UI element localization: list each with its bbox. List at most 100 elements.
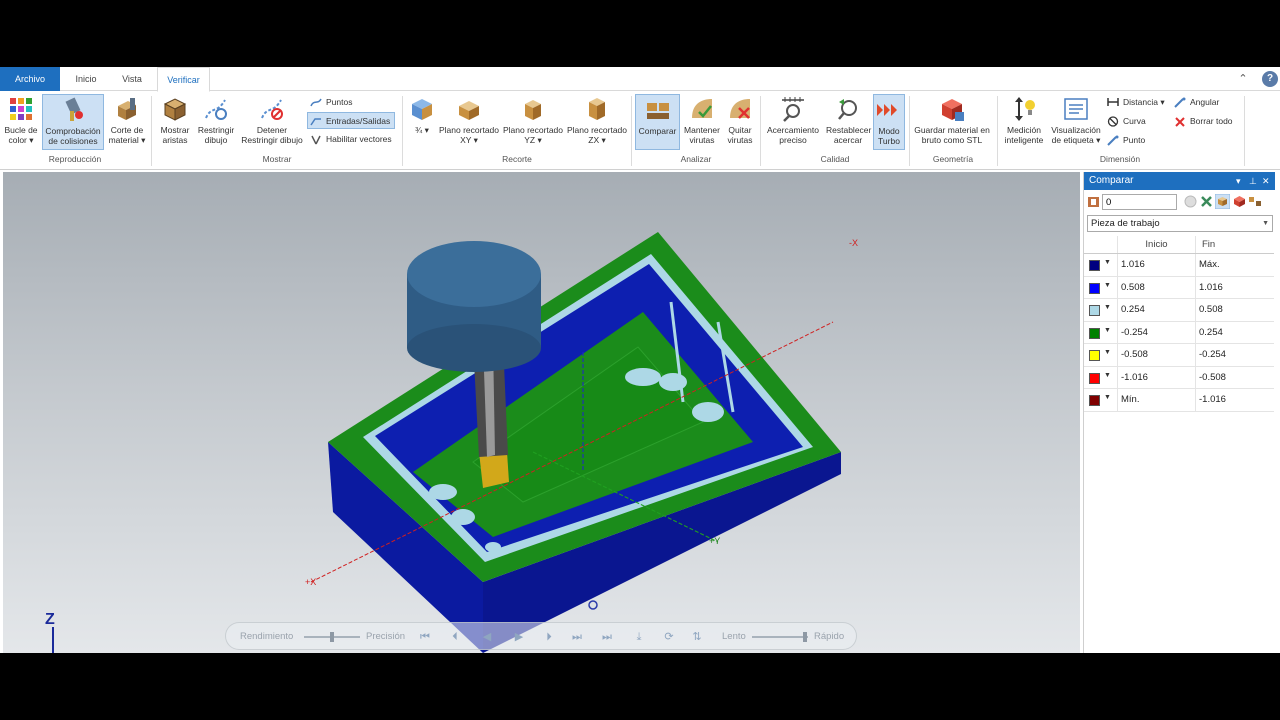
clip-plane-zx-button[interactable]: Plano recortado ZX ▾	[566, 94, 628, 150]
turbo-mode-button[interactable]: Modo Turbo	[873, 94, 905, 150]
color-swatch[interactable]	[1089, 395, 1100, 406]
tab-inicio[interactable]: Inicio	[66, 67, 106, 91]
keep-chips-icon	[689, 96, 715, 122]
ribbon-separator	[631, 96, 632, 166]
close-panel-icon[interactable]: ✕	[1262, 172, 1270, 190]
collapse-ribbon-icon[interactable]: ⌃	[1235, 71, 1251, 87]
step-back-icon[interactable]: ⏴	[448, 630, 462, 644]
compare-button[interactable]: Comparar	[635, 94, 680, 150]
color-swatch[interactable]	[1089, 372, 1100, 384]
chevron-down-icon[interactable]: ▼	[1104, 259, 1111, 266]
chevron-down-icon[interactable]: ▼	[1104, 282, 1111, 289]
angular-measure-button[interactable]: Angular	[1172, 94, 1219, 111]
inicio-cell[interactable]: -1.016	[1118, 366, 1196, 388]
table-row[interactable]: ▼ -0.254 0.254	[1084, 321, 1274, 344]
inicio-cell[interactable]: 1.016	[1118, 254, 1196, 276]
chevron-down-icon[interactable]: ▼	[1104, 327, 1111, 334]
chevron-down-icon[interactable]: ▼	[1104, 304, 1111, 311]
chevron-down-icon[interactable]: ▼	[1104, 349, 1111, 356]
clear-compare-icon[interactable]	[1200, 195, 1213, 208]
reset-zoom-button[interactable]: Restablecer acercar	[825, 94, 871, 150]
speed-slider-thumb[interactable]	[803, 632, 807, 642]
restrict-draw-button[interactable]: Restringir dibujo	[195, 94, 237, 150]
play-icon[interactable]: ▶	[512, 630, 526, 644]
stock-model-icon[interactable]	[1215, 194, 1230, 209]
reset-simulation-icon[interactable]: ⟳	[662, 630, 676, 644]
deviation-blob	[625, 368, 661, 386]
fin-cell[interactable]: 0.508	[1196, 299, 1274, 321]
go-to-start-icon[interactable]: ⏮	[418, 630, 432, 644]
simulation-control-bar: Rendimiento Precisión ⏮ ⏴ ◀ ▶ ⏵ ⏭ ⏭ ⤓ ⟳ …	[225, 622, 857, 650]
distance-label: Distancia ▾	[1123, 97, 1165, 107]
help-icon[interactable]: ?	[1262, 71, 1278, 87]
ribbon-separator	[151, 96, 152, 166]
speed-slider-track[interactable]	[752, 636, 808, 638]
show-edges-button[interactable]: Mostrar aristas	[156, 94, 194, 150]
stop-restrict-draw-button[interactable]: Detener Restringir dibujo	[238, 94, 306, 150]
table-row[interactable]: ▼ 0.254 0.508	[1084, 299, 1274, 322]
clip-plane-yz-button[interactable]: Plano recortado YZ ▾	[502, 94, 564, 150]
smart-measure-button[interactable]: Medición inteligente	[1001, 94, 1047, 150]
tolerance-input[interactable]	[1102, 194, 1177, 210]
tab-archivo[interactable]: Archivo	[0, 67, 60, 91]
inicio-cell[interactable]: -0.508	[1118, 344, 1196, 366]
inicio-cell[interactable]: -0.254	[1118, 321, 1196, 343]
enable-vectors-toggle[interactable]: Habilitar vectores	[308, 131, 392, 148]
chevron-down-icon[interactable]: ▼	[1104, 372, 1111, 379]
pin-icon[interactable]: ⊥	[1249, 172, 1257, 190]
clip-plane-yz-icon	[520, 96, 546, 122]
compare-tool-icon[interactable]	[1087, 195, 1100, 208]
distance-measure-button[interactable]: Distancia ▾	[1105, 94, 1165, 111]
curve-measure-button[interactable]: Curva	[1105, 113, 1146, 130]
chevron-down-icon[interactable]: ▼	[1104, 394, 1111, 401]
color-swatch[interactable]	[1089, 305, 1100, 316]
inicio-cell[interactable]: 0.508	[1118, 276, 1196, 298]
stock-cut-button[interactable]: Corte de material ▾	[106, 94, 148, 150]
turbo-mode-label: Modo Turbo	[878, 126, 900, 146]
table-row[interactable]: ▼ 0.508 1.016	[1084, 276, 1274, 299]
table-row[interactable]: ▼ -0.508 -0.254	[1084, 344, 1274, 367]
fin-cell[interactable]: 0.254	[1196, 322, 1274, 344]
color-swatch[interactable]	[1089, 327, 1100, 339]
design-model-icon[interactable]	[1233, 195, 1246, 208]
entries-exits-toggle[interactable]: Entradas/Salidas	[307, 112, 395, 129]
fin-cell[interactable]: -1.016	[1196, 389, 1274, 411]
panel-menu-icon[interactable]: ▾	[1236, 172, 1241, 190]
keep-chips-button[interactable]: Mantener virutas	[682, 94, 722, 150]
play-reverse-icon[interactable]: ◀	[480, 630, 494, 644]
tab-vista[interactable]: Vista	[112, 67, 152, 91]
fin-cell[interactable]: Máx.	[1196, 254, 1274, 276]
inicio-cell[interactable]: 0.254	[1118, 299, 1196, 321]
quality-slider-thumb[interactable]	[330, 632, 334, 642]
tab-verificar[interactable]: Verificar	[157, 67, 210, 92]
clip-fraction-button[interactable]: ¾ ▾	[407, 94, 437, 150]
inicio-cell[interactable]: Mín.	[1118, 389, 1196, 411]
table-row[interactable]: ▼ Mín. -1.016	[1084, 389, 1274, 412]
label-display-button[interactable]: Visualización de etiqueta ▾	[1049, 94, 1103, 150]
collision-check-button[interactable]: Comprobación de colisiones	[42, 94, 104, 150]
color-swatch[interactable]	[1089, 260, 1100, 271]
step-forward-icon[interactable]: ⏵	[542, 630, 556, 644]
fin-cell[interactable]: 1.016	[1196, 277, 1274, 299]
next-op-icon[interactable]: ⏭	[570, 630, 584, 644]
go-to-end-icon[interactable]: ⏭	[600, 630, 614, 644]
remove-chips-button[interactable]: Quitar virutas	[723, 94, 757, 150]
color-swatch[interactable]	[1089, 350, 1100, 361]
clip-plane-xy-button[interactable]: Plano recortado XY ▾	[438, 94, 500, 150]
color-loop-button[interactable]: Bucle de color ▾	[2, 94, 40, 150]
point-measure-button[interactable]: Punto	[1105, 132, 1145, 149]
fin-cell[interactable]: -0.508	[1196, 367, 1274, 389]
table-row[interactable]: ▼ -1.016 -0.508	[1084, 366, 1274, 389]
color-swatch[interactable]	[1089, 282, 1100, 294]
compare-target-select[interactable]: Pieza de trabajo ▼	[1087, 215, 1273, 232]
compare-options-icon[interactable]	[1248, 195, 1262, 208]
precise-zoom-button[interactable]: Acercamiento preciso	[763, 94, 823, 150]
clear-all-button[interactable]: Borrar todo	[1172, 113, 1233, 130]
points-toggle[interactable]: Puntos	[308, 94, 352, 111]
table-row[interactable]: ▼ 1.016 Máx.	[1084, 254, 1274, 277]
save-stock-stl-button[interactable]: Guardar material en bruto como STL	[912, 94, 992, 150]
fin-cell[interactable]: -0.254	[1196, 344, 1274, 366]
loop-icon[interactable]: ⇅	[690, 630, 704, 644]
tool-options-icon[interactable]: ⤓	[632, 630, 646, 644]
3d-viewport[interactable]: -X +X +Y Z Rendimiento Precisión ⏮ ⏴ ◀ ▶…	[3, 172, 1080, 653]
